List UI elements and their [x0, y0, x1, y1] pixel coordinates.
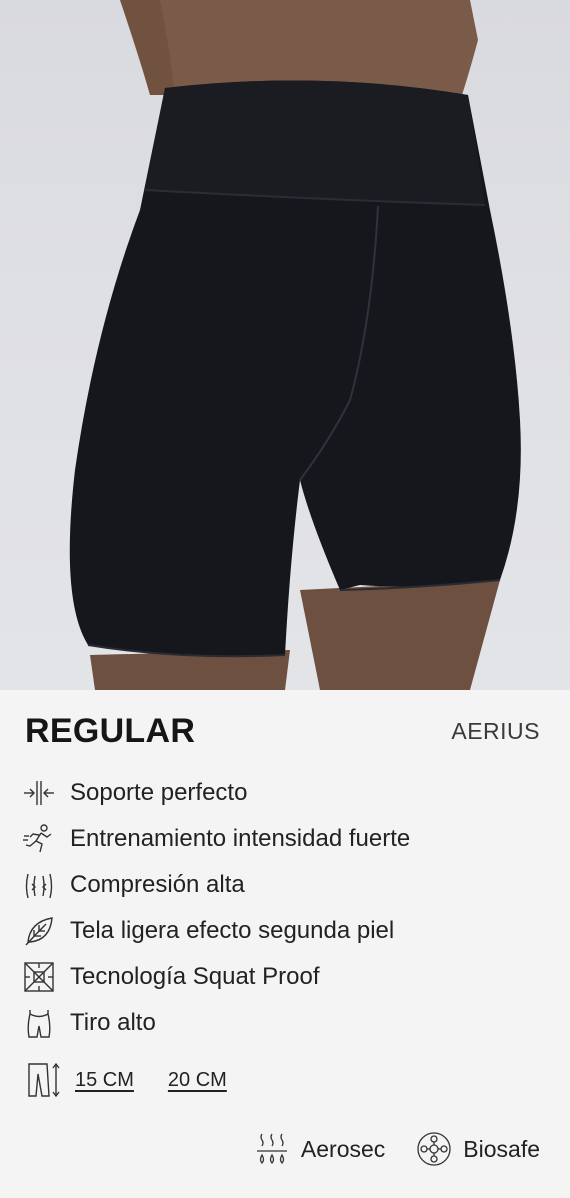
size-option-20cm[interactable]: 20 CM: [168, 1069, 227, 1092]
feature-label: Tiro alto: [70, 1009, 156, 1036]
runner-icon: [20, 820, 58, 858]
length-icon: [28, 1062, 60, 1098]
size-option-15cm[interactable]: 15 CM: [75, 1069, 134, 1092]
technology-badges: Aerosec Biosafe: [223, 1130, 540, 1168]
leaf-icon: [20, 912, 58, 950]
feature-label: Tela ligera efecto segunda piel: [70, 917, 395, 944]
product-title: REGULAR: [25, 712, 196, 750]
tech-badge-biosafe: Biosafe: [415, 1130, 540, 1168]
size-selector: 15 CM 20 CM: [25, 1060, 261, 1100]
feature-label: Entrenamiento intensidad fuerte: [70, 825, 411, 852]
tech-badge-aerosec: Aerosec: [253, 1130, 385, 1168]
product-photo: [0, 0, 570, 690]
feature-item: Tiro alto: [20, 1000, 550, 1046]
tech-label: Aerosec: [300, 1135, 386, 1162]
compression-icon: [20, 866, 58, 904]
squat-proof-icon: [20, 958, 58, 996]
support-arrows-icon: [20, 774, 58, 812]
brand-name: AERIUS: [451, 718, 540, 744]
biosafe-icon: [417, 1132, 451, 1166]
shorts-illustration: [69, 0, 521, 690]
feature-item: Soporte perfecto: [20, 770, 550, 816]
feature-label: Tecnología Squat Proof: [70, 963, 320, 990]
feature-item: Entrenamiento intensidad fuerte: [20, 816, 550, 862]
feature-item: Tela ligera efecto segunda piel: [20, 908, 550, 954]
tech-label: Biosafe: [463, 1135, 540, 1162]
aerosec-icon: [256, 1133, 287, 1164]
feature-label: Soporte perfecto: [70, 779, 248, 806]
product-info-panel: REGULAR AERIUS Soporte perfecto Entrenam…: [0, 690, 570, 1198]
feature-item: Compresión alta: [20, 862, 550, 908]
high-waist-icon: [20, 1004, 58, 1042]
feature-label: Compresión alta: [70, 871, 245, 898]
feature-list: Soporte perfecto Entrenamiento intensida…: [20, 770, 550, 1046]
feature-item: Tecnología Squat Proof: [20, 954, 550, 1000]
